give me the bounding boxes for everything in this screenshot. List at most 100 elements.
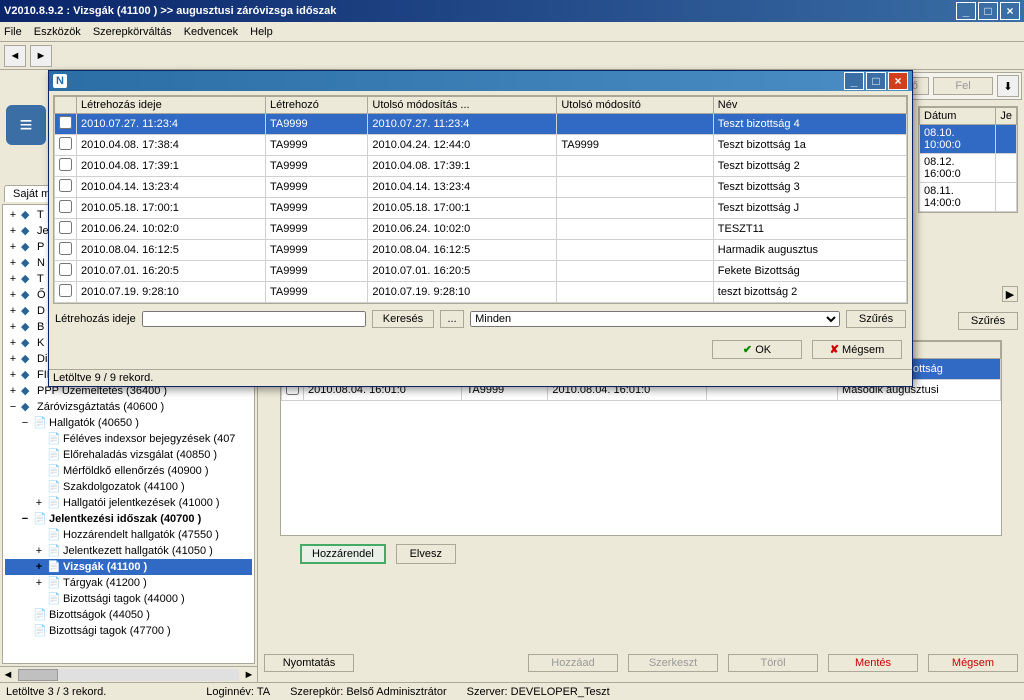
tree-item[interactable]: −◆Záróvizsgáztatás (40600 ) <box>5 399 252 415</box>
row-checkbox[interactable] <box>59 221 72 234</box>
tree-expander-icon[interactable]: + <box>7 305 19 317</box>
row-checkbox[interactable] <box>59 116 72 129</box>
row-checkbox[interactable] <box>59 263 72 276</box>
tree-expander-icon[interactable]: + <box>7 385 19 397</box>
diamond-icon: ◆ <box>21 336 35 350</box>
tree-expander-icon[interactable]: + <box>7 209 19 221</box>
tree-item[interactable]: +📄Tárgyak (41200 ) <box>5 575 252 591</box>
side-col-header[interactable]: Dátum <box>920 108 996 125</box>
tree-expander-icon[interactable]: + <box>33 545 45 557</box>
tree-item[interactable]: +📄Hallgatói jelentkezések (41000 ) <box>5 495 252 511</box>
table-row[interactable]: 2010.08.04. 16:12:5TA99992010.08.04. 16:… <box>55 240 907 261</box>
tree-expander-icon[interactable]: + <box>7 257 19 269</box>
dialog-browse-button[interactable]: ... <box>440 310 464 328</box>
row-checkbox[interactable] <box>59 284 72 297</box>
table-row[interactable]: 2010.04.14. 13:23:4TA99992010.04.14. 13:… <box>55 177 907 198</box>
side-col-header2[interactable]: Je <box>996 108 1017 125</box>
tree-item[interactable]: 📄Mérföldkő ellenőrzés (40900 ) <box>5 463 252 479</box>
tree-item[interactable]: 📄Szakdolgozatok (44100 ) <box>5 479 252 495</box>
menu-tools[interactable]: Eszközök <box>34 26 81 38</box>
assign-button[interactable]: Hozzárendel <box>300 544 386 564</box>
minimize-button[interactable]: _ <box>956 2 976 20</box>
tree-expander-icon[interactable]: − <box>7 401 19 413</box>
tree-expander-icon[interactable]: + <box>7 289 19 301</box>
tree-expander-icon[interactable]: + <box>7 321 19 333</box>
tree-item[interactable]: 📄Bizottsági tagok (44000 ) <box>5 591 252 607</box>
table-row[interactable]: 2010.04.08. 17:38:4TA99992010.04.24. 12:… <box>55 135 907 156</box>
status-records: Letöltve 3 / 3 rekord. <box>6 686 106 698</box>
tree-item[interactable]: −📄Jelentkezési időszak (40700 ) <box>5 511 252 527</box>
tree-expander-icon[interactable]: + <box>7 369 19 381</box>
dialog-close-button[interactable]: × <box>888 72 908 90</box>
menu-file[interactable]: File <box>4 26 22 38</box>
unassign-button[interactable]: Elvesz <box>396 544 456 564</box>
edit-button[interactable]: Szerkeszt <box>628 654 718 672</box>
pin-icon[interactable]: ⬇ <box>997 75 1019 97</box>
delete-button[interactable]: Töröl <box>728 654 818 672</box>
table-row[interactable]: 2010.05.18. 17:00:1TA99992010.05.18. 17:… <box>55 198 907 219</box>
tree-expander-icon[interactable]: + <box>7 353 19 365</box>
tree-item[interactable]: 📄Előrehaladás vizsgálat (40850 ) <box>5 447 252 463</box>
close-button[interactable]: × <box>1000 2 1020 20</box>
dialog-maximize-button[interactable]: □ <box>866 72 886 90</box>
row-checkbox[interactable] <box>59 137 72 150</box>
column-header[interactable] <box>55 97 77 114</box>
add-button[interactable]: Hozzáad <box>528 654 618 672</box>
up-button[interactable]: Fel <box>933 77 993 95</box>
diamond-icon: ◆ <box>21 320 35 334</box>
row-checkbox[interactable] <box>59 200 72 213</box>
print-button[interactable]: Nyomtatás <box>264 654 354 672</box>
cancel-button[interactable]: Mégsem <box>928 654 1018 672</box>
tree-item[interactable]: +📄Jelentkezett hallgatók (41050 ) <box>5 543 252 559</box>
tree-expander-icon[interactable]: + <box>33 497 45 509</box>
table-row[interactable]: 2010.07.27. 11:23:4TA99992010.07.27. 11:… <box>55 114 907 135</box>
scroll-right-icon[interactable]: ▶ <box>1002 286 1018 302</box>
tree-item[interactable]: 📄Bizottsági tagok (47700 ) <box>5 623 252 639</box>
tree-item[interactable]: 📄Hozzárendelt hallgatók (47550 ) <box>5 527 252 543</box>
tree-item[interactable]: +📄Vizsgák (41100 ) <box>5 559 252 575</box>
save-button[interactable]: Mentés <box>828 654 918 672</box>
menu-favorites[interactable]: Kedvencek <box>184 26 238 38</box>
tree-expander-icon[interactable]: + <box>7 337 19 349</box>
back-icon[interactable]: ◄ <box>4 45 26 67</box>
dialog-grid[interactable]: Létrehozás idejeLétrehozóUtolsó módosítá… <box>53 95 908 304</box>
tree-expander-icon[interactable]: − <box>19 513 31 525</box>
row-checkbox[interactable] <box>59 158 72 171</box>
tree-expander-icon[interactable]: − <box>19 417 31 429</box>
maximize-button[interactable]: □ <box>978 2 998 20</box>
diamond-icon: ◆ <box>21 240 35 254</box>
column-header[interactable]: Utolsó módosító <box>557 97 713 114</box>
row-checkbox[interactable] <box>59 242 72 255</box>
table-row[interactable]: 2010.07.19. 9:28:10TA99992010.07.19. 9:2… <box>55 282 907 303</box>
side-filter-button[interactable]: Szűrés <box>958 312 1018 330</box>
table-row[interactable]: 2010.06.24. 10:02:0TA99992010.06.24. 10:… <box>55 219 907 240</box>
dialog-cancel-button[interactable]: ✘ Mégsem <box>812 340 902 359</box>
table-row[interactable]: 2010.04.08. 17:39:1TA99992010.04.08. 17:… <box>55 156 907 177</box>
tree-expander-icon[interactable]: + <box>33 577 45 589</box>
dialog-ok-button[interactable]: ✔ OK <box>712 340 802 359</box>
menu-help[interactable]: Help <box>250 26 273 38</box>
tree-item[interactable]: 📄Bizottságok (44050 ) <box>5 607 252 623</box>
column-header[interactable]: Létrehozás ideje <box>77 97 266 114</box>
column-header[interactable]: Név <box>713 97 906 114</box>
tree-item[interactable]: −📄Hallgatók (40650 ) <box>5 415 252 431</box>
side-grid[interactable]: DátumJe 08.10. 10:00:0 08.12. 16:00:0 08… <box>918 106 1018 213</box>
diamond-icon: ◆ <box>21 224 35 238</box>
tree-expander-icon[interactable]: + <box>33 561 45 573</box>
tree-expander-icon[interactable]: + <box>7 273 19 285</box>
dialog-filter-button[interactable]: Szűrés <box>846 310 906 328</box>
dialog-minimize-button[interactable]: _ <box>844 72 864 90</box>
column-header[interactable]: Utolsó módosítás ... <box>368 97 557 114</box>
dialog-filter-select[interactable]: Minden <box>470 311 840 327</box>
tree-item[interactable]: 📄Féléves indexsor bejegyzések (407 <box>5 431 252 447</box>
dialog-filter-input[interactable] <box>142 311 366 327</box>
dialog-search-button[interactable]: Keresés <box>372 310 434 328</box>
tree-expander-icon[interactable]: + <box>7 241 19 253</box>
row-checkbox[interactable] <box>59 179 72 192</box>
column-header[interactable]: Létrehozó <box>265 97 367 114</box>
tree-expander-icon[interactable]: + <box>7 225 19 237</box>
menu-role[interactable]: Szerepkörváltás <box>93 26 172 38</box>
table-row[interactable]: 2010.07.01. 16:20:5TA99992010.07.01. 16:… <box>55 261 907 282</box>
tree-hscroll[interactable]: ◄ ► <box>0 666 257 682</box>
forward-icon[interactable]: ► <box>30 45 52 67</box>
